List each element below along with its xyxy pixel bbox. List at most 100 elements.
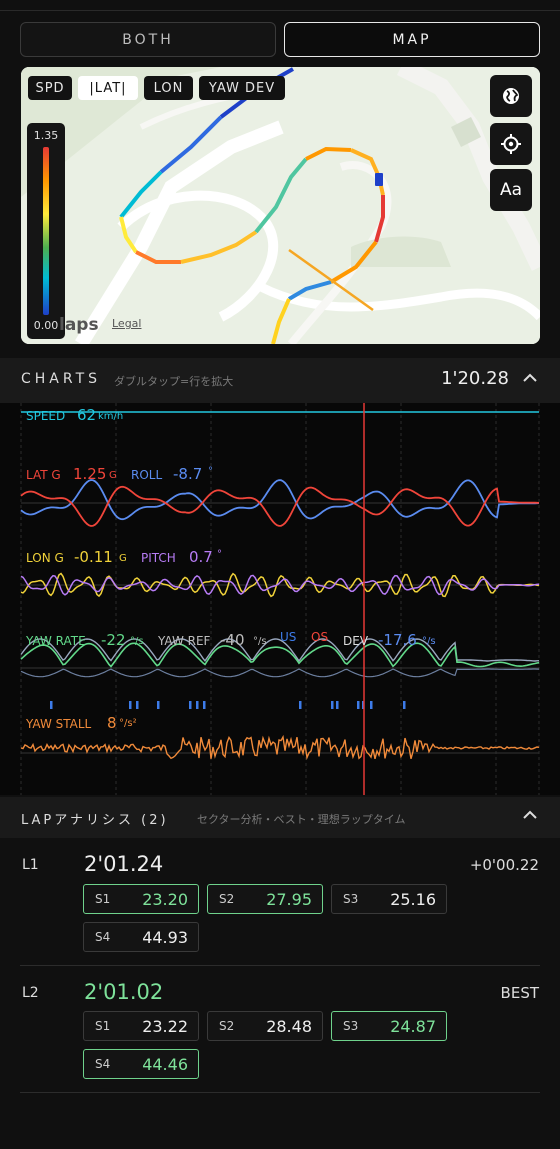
legal-link[interactable]: Legal [112,317,141,330]
sector-time: 27.95 [266,890,312,909]
lap-analysis-subtitle: セクター分析・ベスト・理想ラップタイム [197,813,406,826]
top-divider [0,10,560,11]
track-map[interactable]: SPD |LAT| LON YAW DEV Aa 1.35 0.00 laps … [21,67,540,344]
charts-lap-time: 1'20.28 [441,368,509,389]
us-marker [357,701,360,709]
color-legend: 1.35 0.00 [27,123,65,339]
charts-title: CHARTS [21,371,102,387]
sector-time: 23.22 [142,1017,188,1036]
both-view-button[interactable]: BOTH [20,22,276,57]
charts-header[interactable]: CHARTS ダブルタップ=行を拡大 1'20.28 [0,358,560,403]
sector-name: S2 [219,892,235,906]
recenter-button[interactable] [490,123,532,165]
sector-box[interactable]: S2 28.48 [207,1011,323,1041]
sector-name: S2 [219,1019,235,1033]
lap-analysis-header[interactable]: LAPアナリシス (2) セクター分析・ベスト・理想ラップタイム [0,797,560,838]
pitch-value: 0.7 [189,548,213,566]
lap-delta: BEST [500,984,539,1002]
us-marker [299,701,302,709]
pitch-label: PITCH [141,551,176,565]
lap-analysis-title: LAPアナリシス (2) [21,813,169,828]
map-background [21,67,540,344]
us-marker [189,701,192,709]
lat-g-unit: G [109,470,117,481]
collapse-charts-icon[interactable] [523,371,537,387]
roll-label: ROLL [131,468,163,482]
lap-time: 2'01.02 [84,980,164,1004]
sector-box[interactable]: S2 27.95 [207,884,323,914]
roll-trace [20,479,540,521]
us-marker [331,701,334,709]
lap-label: L1 [22,857,39,873]
us-marker [129,701,132,709]
us-marker [157,701,160,709]
yaw-ref-unit: °/s [253,636,267,647]
yaw-stall-unit: °/s² [119,718,137,729]
text-size-button[interactable]: Aa [490,169,532,211]
sector-name: S3 [343,892,359,906]
yaw-ref-label: YAW REF [158,634,211,648]
dev-value: -17.6 [378,631,417,649]
speed-unit: km/h [98,411,124,422]
sector-box[interactable]: S1 23.20 [83,884,199,914]
sector-box[interactable]: S3 24.87 [331,1011,447,1041]
sector-time: 25.16 [390,890,436,909]
sector-name: S4 [95,1057,111,1071]
us-marker [203,701,206,709]
speed-value: 62 [77,406,97,424]
chip-lon[interactable]: LON [144,76,193,100]
yaw-rate-unit: °/s [130,636,144,647]
us-marker [50,701,53,709]
sector-time: 24.87 [390,1017,436,1036]
lon-g-value: -0.11 [74,548,113,566]
yaw-stall-label: YAW STALL [26,717,92,731]
view-toggle: BOTH MAP [20,22,540,57]
lat-g-label: LAT G [26,468,61,482]
sector-box[interactable]: S4 44.93 [83,922,199,952]
os-label: OS [311,630,329,644]
roll-value: -8.7 [173,465,203,483]
yaw-rate-value: -22 [101,631,126,649]
sector-time: 44.46 [142,1055,188,1074]
lap-divider [20,965,540,966]
lat-g-value: 1.25 [73,465,107,483]
pitch-unit: ° [217,549,222,560]
chip-yaw-dev[interactable]: YAW DEV [199,76,285,100]
lap-label: L2 [22,985,39,1001]
sector-time: 23.20 [142,890,188,909]
text-size-icon: Aa [499,180,523,200]
sector-box[interactable]: S4 44.46 [83,1049,199,1079]
roll-unit: ° [208,466,213,477]
chip-spd[interactable]: SPD [28,76,72,100]
crosshair-icon [501,134,521,154]
yaw-rate-trace [20,642,540,668]
collapse-laps-icon[interactable] [523,808,537,824]
sector-box[interactable]: S3 25.16 [331,884,447,914]
lap-time: 2'01.24 [84,852,164,876]
chip-lat[interactable]: |LAT| [78,76,138,100]
map-view-button[interactable]: MAP [284,22,540,57]
sector-name: S4 [95,930,111,944]
yaw-ref-value: -40 [220,631,245,649]
legend-max: 1.35 [33,129,59,142]
globe-button[interactable] [490,75,532,117]
us-marker [136,701,139,709]
lon-g-unit: G [119,553,127,564]
us-marker [403,701,406,709]
yaw-stall-value: 8 [107,714,117,732]
lap-divider [20,1092,540,1093]
sector-box[interactable]: S1 23.22 [83,1011,199,1041]
yaw-stall-trace [20,734,540,761]
telemetry-plot [20,403,540,795]
us-marker [336,701,339,709]
yaw-rate-label: YAW RATE [26,634,86,648]
dev-unit: °/s [422,636,436,647]
sector-time: 28.48 [266,1017,312,1036]
yaw-band-trace [20,668,539,678]
map-logo: laps [59,315,99,335]
telemetry-charts[interactable]: SPEED 62 km/h LAT G 1.25 G ROLL -8.7 ° L… [0,403,560,795]
us-label: US [280,630,297,644]
lon-g-label: LON G [26,551,64,565]
speed-label: SPEED [26,409,66,423]
sector-name: S3 [343,1019,359,1033]
